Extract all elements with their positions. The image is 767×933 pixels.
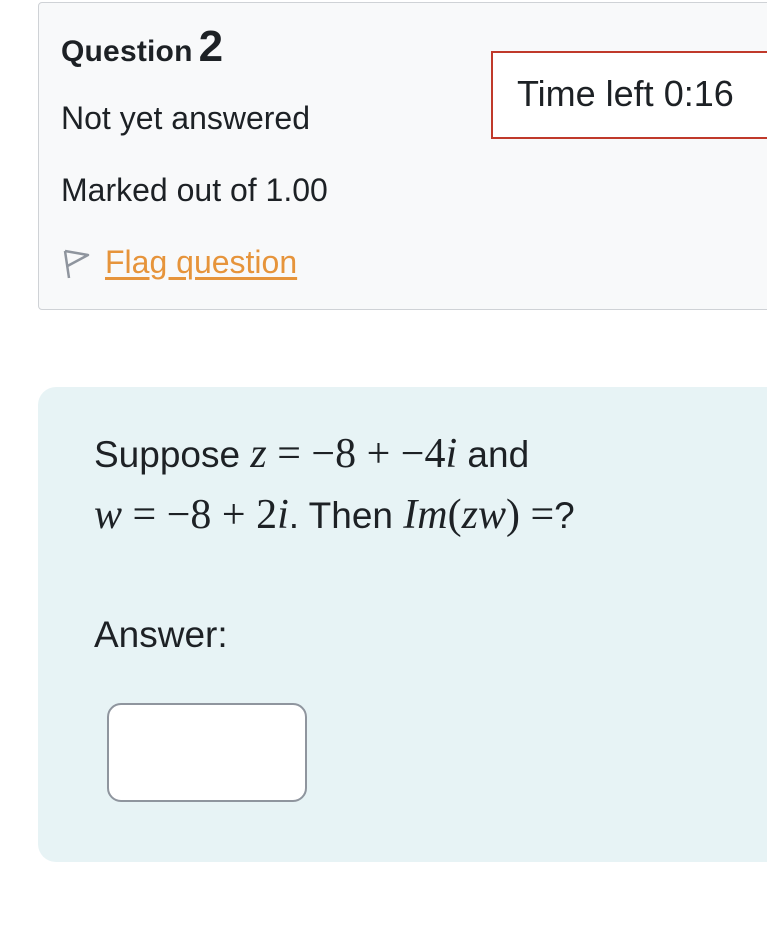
math-z-value: = −8 + −4 [266, 431, 446, 477]
question-text: Suppose z = −8 + −4i and w = −8 + 2i. Th… [94, 424, 575, 546]
then-text: Then [308, 495, 393, 536]
math-i-2: i [277, 492, 289, 538]
suppose-text: Suppose [94, 434, 241, 475]
flag-icon [63, 249, 90, 278]
math-zw: zw [461, 492, 506, 538]
flag-question-label[interactable]: Flag question [105, 244, 297, 281]
question-label: Question [61, 35, 193, 68]
question-mark: ? [554, 495, 575, 536]
math-w-var: w [94, 492, 123, 538]
math-w-value: = −8 + 2 [122, 492, 278, 538]
flag-question-link[interactable]: Flag question [61, 244, 297, 281]
math-paren-open: ( [447, 492, 462, 538]
period-text: . [288, 495, 309, 536]
question-text-line-2: w = −8 + 2i. Then Im(zw) =? [94, 485, 575, 546]
math-z-equation: z = −8 + −4i [250, 431, 457, 477]
math-z-var: z [250, 431, 267, 477]
question-grade: Marked out of 1.00 [61, 172, 328, 208]
question-title: Question 2 [61, 22, 223, 72]
math-equals: = [519, 492, 555, 538]
and-text: and [457, 434, 530, 475]
question-number: 2 [198, 22, 224, 71]
quiz-timer: Time left 0:16 [491, 51, 767, 139]
question-text-line-1: Suppose z = −8 + −4i and [94, 424, 575, 485]
math-w-equation: w = −8 + 2i [94, 492, 289, 538]
question-state: Not yet answered [61, 100, 311, 136]
math-im-expression: Im(zw) = [403, 492, 554, 538]
math-i-1: i [445, 431, 458, 477]
math-paren-close: ) [505, 492, 520, 538]
math-im: Im [403, 492, 448, 538]
answer-input[interactable] [107, 703, 307, 802]
timer-text: Time left 0:16 [517, 73, 734, 114]
answer-label: Answer: [94, 614, 228, 655]
